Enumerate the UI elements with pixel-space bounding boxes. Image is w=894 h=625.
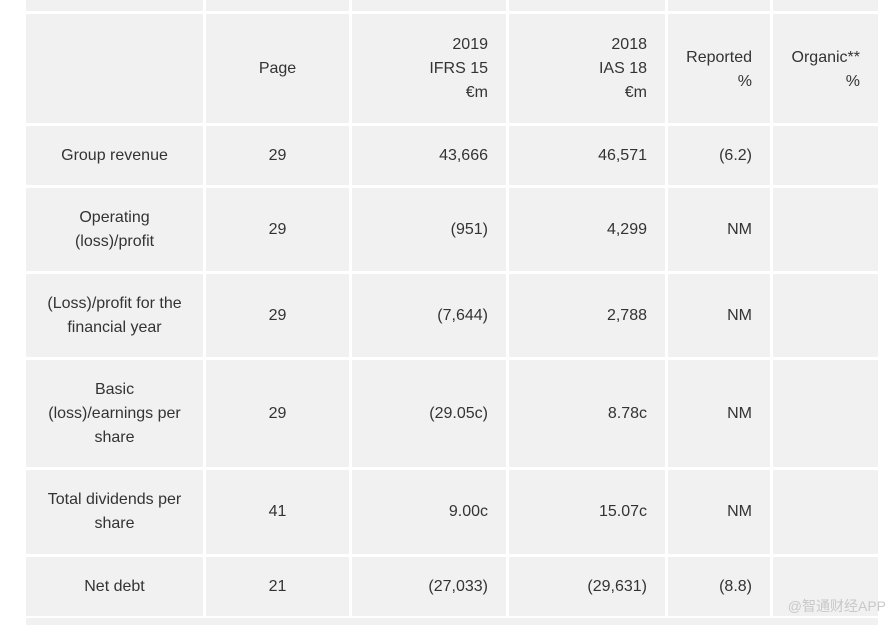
row-organic [773, 126, 878, 188]
results-table: Page 2019 IFRS 15 €m 2018 IAS 18 €m Repo… [26, 0, 878, 619]
row-reported: NM [668, 188, 773, 274]
row-reported: (8.8) [668, 557, 773, 619]
row-2018: 8.78c [509, 360, 668, 470]
header-label [26, 14, 206, 126]
row-label: Total dividends per share [26, 470, 206, 557]
row-page: 29 [206, 126, 352, 188]
row-2018: 15.07c [509, 470, 668, 557]
table-bottom-strip [26, 618, 878, 625]
row-2018: 2,788 [509, 274, 668, 360]
row-reported: (6.2) [668, 126, 773, 188]
row-reported: NM [668, 360, 773, 470]
row-2018: (29,631) [509, 557, 668, 619]
row-page: 21 [206, 557, 352, 619]
header-organic: Organic** % [773, 14, 878, 126]
row-2019: 9.00c [352, 470, 509, 557]
row-2018: 46,571 [509, 126, 668, 188]
row-page: 29 [206, 188, 352, 274]
table-row: Group revenue 29 43,666 46,571 (6.2) [26, 126, 878, 188]
row-organic [773, 274, 878, 360]
table-row: Operating (loss)/profit 29 (951) 4,299 N… [26, 188, 878, 274]
row-organic [773, 470, 878, 557]
row-2018: 4,299 [509, 188, 668, 274]
row-page: 41 [206, 470, 352, 557]
header-2018: 2018 IAS 18 €m [509, 14, 668, 126]
table-row: (Loss)/profit for the financial year 29 … [26, 274, 878, 360]
header-reported: Reported % [668, 14, 773, 126]
row-2019: (29.05c) [352, 360, 509, 470]
row-label: Net debt [26, 557, 206, 619]
row-2019: 43,666 [352, 126, 509, 188]
row-2019: (951) [352, 188, 509, 274]
row-label: (Loss)/profit for the financial year [26, 274, 206, 360]
row-label: Basic (loss)/earnings per share [26, 360, 206, 470]
row-2019: (27,033) [352, 557, 509, 619]
table-top-strip [26, 0, 878, 14]
row-reported: NM [668, 274, 773, 360]
table-header-row: Page 2019 IFRS 15 €m 2018 IAS 18 €m Repo… [26, 14, 878, 126]
row-2019: (7,644) [352, 274, 509, 360]
header-2019: 2019 IFRS 15 €m [352, 14, 509, 126]
table-row: Total dividends per share 41 9.00c 15.07… [26, 470, 878, 557]
row-label: Operating (loss)/profit [26, 188, 206, 274]
table-row: Net debt 21 (27,033) (29,631) (8.8) [26, 557, 878, 619]
row-page: 29 [206, 274, 352, 360]
row-label: Group revenue [26, 126, 206, 188]
watermark: @智通财经APP [787, 598, 886, 614]
row-page: 29 [206, 360, 352, 470]
row-organic [773, 188, 878, 274]
row-organic [773, 360, 878, 470]
table-row: Basic (loss)/earnings per share 29 (29.0… [26, 360, 878, 470]
header-page: Page [206, 14, 352, 126]
row-reported: NM [668, 470, 773, 557]
